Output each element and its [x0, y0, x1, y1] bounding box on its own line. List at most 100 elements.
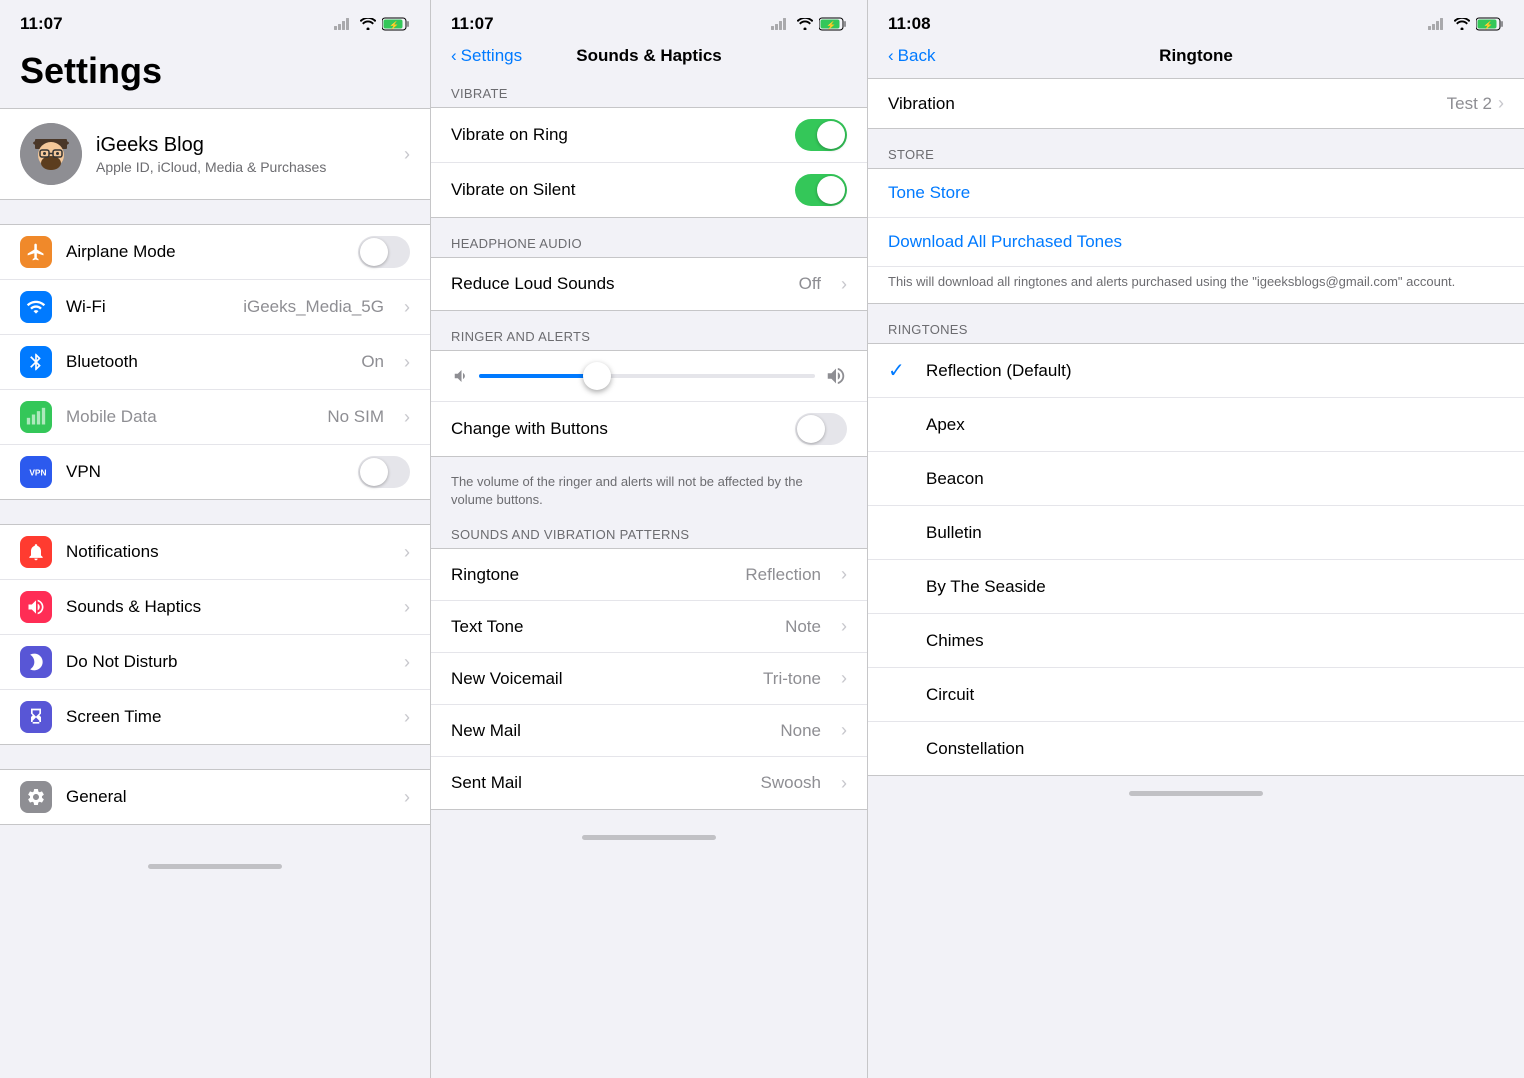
home-indicator-2: [431, 820, 867, 854]
sounds-back-button[interactable]: ‹ Settings: [451, 46, 522, 66]
new-mail-chevron: ›: [841, 720, 847, 741]
wifi-value: iGeeks_Media_5G: [243, 297, 384, 317]
status-time-2: 11:07: [451, 14, 494, 34]
ringer-note: The volume of the ringer and alerts will…: [431, 467, 867, 519]
notifications-icon-box: [20, 536, 52, 568]
sounds-scroll[interactable]: VIBRATE Vibrate on Ring Vibrate on Silen…: [431, 78, 867, 1078]
battery-icon: ⚡: [382, 17, 410, 31]
new-voicemail-chevron: ›: [841, 668, 847, 689]
ringtone-name-apex: Apex: [926, 415, 965, 435]
change-buttons-toggle[interactable]: [795, 413, 847, 445]
settings-row-vibrate-ring[interactable]: Vibrate on Ring: [431, 108, 867, 163]
sounds-nav-title: Sounds & Haptics: [576, 46, 721, 66]
ringtone-item-chimes[interactable]: ✓ Chimes: [868, 614, 1524, 668]
notifications-label: Notifications: [66, 542, 390, 562]
status-icons-3: ⚡: [1428, 17, 1504, 31]
svg-text:⚡: ⚡: [389, 20, 399, 30]
general-icon-box: [20, 781, 52, 813]
settings-row-vpn[interactable]: VPN VPN: [0, 445, 430, 499]
airplane-icon-box: [20, 236, 52, 268]
vibrate-silent-toggle[interactable]: [795, 174, 847, 206]
sounds-nav: ‹ Settings Sounds & Haptics: [431, 42, 867, 78]
signal-bars-icon: [26, 407, 46, 427]
profile-row[interactable]: iGeeks Blog Apple ID, iCloud, Media & Pu…: [0, 108, 430, 200]
ringtone-back-button[interactable]: ‹ Back: [888, 46, 935, 66]
vibration-row[interactable]: Vibration Test 2 ›: [868, 78, 1524, 129]
ringer-slider-row[interactable]: [431, 351, 867, 402]
settings-group-system: Notifications › Sounds & Haptics › Do No…: [0, 524, 430, 745]
ringtone-nav-title: Ringtone: [1159, 46, 1233, 66]
mobile-data-chevron: ›: [404, 407, 410, 428]
mobile-data-label: Mobile Data: [66, 407, 313, 427]
settings-row-mobile-data[interactable]: Mobile Data No SIM ›: [0, 390, 430, 445]
ringtone-item-constellation[interactable]: ✓ Constellation: [868, 722, 1524, 775]
sent-mail-chevron: ›: [841, 773, 847, 794]
sounds-chevron: ›: [404, 597, 410, 618]
settings-row-airplane[interactable]: Airplane Mode: [0, 225, 430, 280]
ringtone-name-seaside: By The Seaside: [926, 577, 1046, 597]
settings-row-sent-mail[interactable]: Sent Mail Swoosh ›: [431, 757, 867, 809]
ringtone-item-bulletin[interactable]: ✓ Bulletin: [868, 506, 1524, 560]
ringtone-item-beacon[interactable]: ✓ Beacon: [868, 452, 1524, 506]
vpn-toggle[interactable]: [358, 456, 410, 488]
ringer-slider[interactable]: [479, 374, 815, 378]
sent-mail-label: Sent Mail: [451, 773, 747, 793]
new-mail-value: None: [780, 721, 821, 741]
avatar: [20, 123, 82, 185]
sounds-panel: 11:07 ⚡ ‹ Settings: [430, 0, 867, 1078]
text-tone-label: Text Tone: [451, 617, 771, 637]
general-label: General: [66, 787, 390, 807]
ringtone-item-circuit[interactable]: ✓ Circuit: [868, 668, 1524, 722]
settings-row-ringtone[interactable]: Ringtone Reflection ›: [431, 549, 867, 601]
settings-row-vibrate-silent[interactable]: Vibrate on Silent: [431, 163, 867, 217]
gear-icon: [26, 787, 46, 807]
airplane-toggle[interactable]: [358, 236, 410, 268]
volume-high-icon: [825, 365, 847, 387]
tone-store-row[interactable]: Tone Store: [868, 169, 1524, 218]
settings-row-new-voicemail[interactable]: New Voicemail Tri-tone ›: [431, 653, 867, 705]
settings-row-text-tone[interactable]: Text Tone Note ›: [431, 601, 867, 653]
sound-icon: [26, 597, 46, 617]
settings-row-reduce-loud[interactable]: Reduce Loud Sounds Off ›: [431, 258, 867, 310]
ringtone-panel: 11:08 ⚡ ‹ Back Ri: [867, 0, 1524, 1078]
ringtone-scroll[interactable]: Vibration Test 2 › STORE Tone Store Down…: [868, 78, 1524, 1078]
settings-row-sounds[interactable]: Sounds & Haptics ›: [0, 580, 430, 635]
settings-row-change-buttons[interactable]: Change with Buttons: [431, 402, 867, 456]
ringtone-nav: ‹ Back Ringtone: [868, 42, 1524, 78]
settings-row-notifications[interactable]: Notifications ›: [0, 525, 430, 580]
ringtones-list: ✓ Reflection (Default) ✓ Apex ✓ Beacon ✓…: [868, 343, 1524, 776]
ringtone-item-reflection[interactable]: ✓ Reflection (Default): [868, 344, 1524, 398]
svg-text:VPN: VPN: [29, 467, 46, 477]
dnd-label: Do Not Disturb: [66, 652, 390, 672]
new-voicemail-label: New Voicemail: [451, 669, 749, 689]
ringer-header: RINGER AND ALERTS: [431, 321, 867, 350]
reduce-loud-value: Off: [799, 274, 821, 294]
download-tones-row[interactable]: Download All Purchased Tones: [868, 218, 1524, 267]
dnd-icon-box: [20, 646, 52, 678]
reduce-loud-chevron: ›: [841, 274, 847, 295]
vpn-label: VPN: [66, 462, 344, 482]
vibrate-ring-toggle[interactable]: [795, 119, 847, 151]
settings-row-bluetooth[interactable]: Bluetooth On ›: [0, 335, 430, 390]
vpn-icon-box: VPN: [20, 456, 52, 488]
status-icons-2: ⚡: [771, 17, 847, 31]
download-note: This will download all ringtones and ale…: [868, 267, 1524, 303]
ringtone-back-label: Back: [898, 46, 936, 66]
home-indicator-3: [868, 776, 1524, 810]
ringtone-item-apex[interactable]: ✓ Apex: [868, 398, 1524, 452]
text-tone-value: Note: [785, 617, 821, 637]
settings-scroll[interactable]: Airplane Mode Wi-Fi iGeeks_Media_5G › Bl…: [0, 224, 430, 1078]
settings-row-screen-time[interactable]: Screen Time ›: [0, 690, 430, 744]
settings-group-general: General ›: [0, 769, 430, 825]
ringtone-label: Ringtone: [451, 565, 731, 585]
ringtone-item-by-the-seaside[interactable]: ✓ By The Seaside: [868, 560, 1524, 614]
settings-row-wifi[interactable]: Wi-Fi iGeeks_Media_5G ›: [0, 280, 430, 335]
battery-icon-2: ⚡: [819, 17, 847, 31]
signal-icon: [334, 18, 354, 30]
settings-row-new-mail[interactable]: New Mail None ›: [431, 705, 867, 757]
settings-row-general[interactable]: General ›: [0, 770, 430, 824]
sounds-back-label: Settings: [461, 46, 522, 66]
wifi-status-icon: [360, 18, 376, 30]
headphone-group: Reduce Loud Sounds Off ›: [431, 257, 867, 311]
settings-row-dnd[interactable]: Do Not Disturb ›: [0, 635, 430, 690]
